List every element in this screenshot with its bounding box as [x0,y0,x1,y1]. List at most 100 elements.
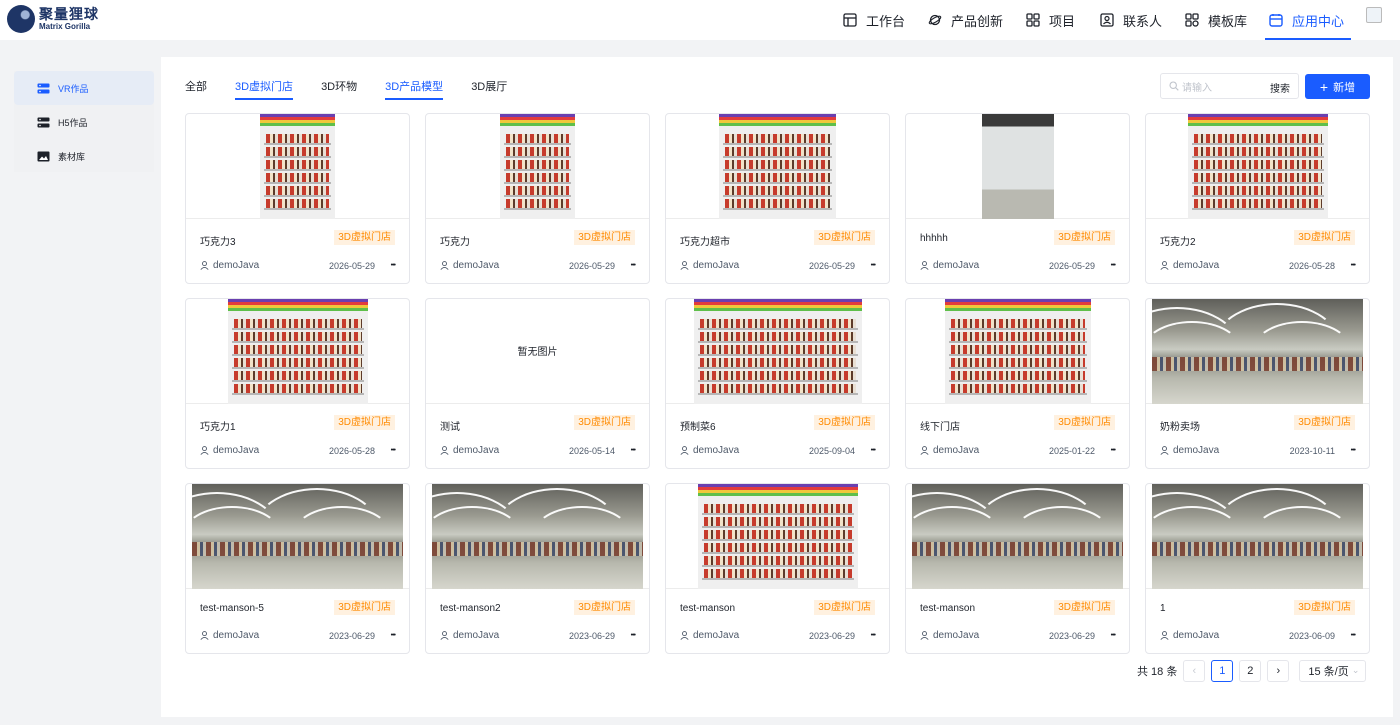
card-date: 2023-06-29 [1048,631,1095,641]
nav-innovation[interactable]: 产品创新 [928,0,1003,40]
work-card[interactable]: 巧克力2 3D虚拟门店 demoJava 2026-05-28 ••• [1145,113,1370,284]
page-1-button[interactable]: 1 [1211,660,1234,682]
work-card[interactable]: 奶粉卖场 3D虚拟门店 demoJava 2023-10-11 ••• [1145,298,1370,469]
tab-3d-orbit[interactable]: 3D环物 [321,78,357,100]
more-icon[interactable]: ••• [391,447,396,454]
store-shelf-thumbnail [227,299,368,404]
more-icon[interactable]: ••• [871,632,876,639]
nav-templates[interactable]: 模板库 [1185,0,1247,40]
more-icon[interactable]: ••• [1111,262,1116,269]
work-card[interactable]: hhhhh 3D虚拟门店 demoJava 2026-05-29 ••• [905,113,1130,284]
tab-3d-showroom[interactable]: 3D展厅 [471,78,507,100]
store-shelf-thumbnail [697,484,858,589]
card-date: 2025-01-22 [1048,446,1095,456]
store-shelf-thumbnail [944,299,1091,404]
author-name: demoJava [1173,260,1220,271]
tab-all[interactable]: 全部 [185,78,207,100]
category-tag: 3D虚拟门店 [334,230,395,245]
search-input[interactable]: 请输入 搜索 [1160,73,1299,99]
project-grid-icon [1026,13,1040,27]
add-button[interactable]: + 新增 [1305,74,1370,99]
work-card[interactable]: test-manson-5 3D虚拟门店 demoJava 2023-06-29 ••• [185,483,410,654]
category-tag: 3D虚拟门店 [814,415,875,430]
card-thumbnail [186,114,409,219]
work-card[interactable]: 暂无图片 测试 3D虚拟门店 demoJava 2026-05-14 ••• [425,298,650,469]
category-tag: 3D虚拟门店 [574,600,635,615]
brand-logo[interactable]: 聚量狸球 Matrix Gorilla [7,5,99,33]
more-icon[interactable]: ••• [1111,447,1116,454]
logo-name-en: Matrix Gorilla [39,22,91,31]
work-card[interactable]: test-manson2 3D虚拟门店 demoJava 2023-06-29 ••• [425,483,650,654]
work-card[interactable]: 巧克力1 3D虚拟门店 demoJava 2026-05-28 ••• [185,298,410,469]
card-date: 2026-05-29 [808,261,855,271]
prev-page-button[interactable]: ‹ [1183,660,1206,682]
more-icon[interactable]: ••• [391,262,396,269]
category-tag: 3D虚拟门店 [814,600,875,615]
search-button[interactable]: 搜索 [1270,80,1290,95]
author-name: demoJava [693,445,740,456]
work-card[interactable]: 巧克力 3D虚拟门店 demoJava 2026-05-29 ••• [425,113,650,284]
user-icon [440,261,449,270]
user-icon [440,446,449,455]
logo-mark-icon [7,5,35,33]
work-card[interactable]: 巧克力3 3D虚拟门店 demoJava 2026-05-29 ••• [185,113,410,284]
more-icon[interactable]: ••• [631,447,636,454]
more-icon[interactable]: ••• [631,262,636,269]
innovation-icon [928,14,942,26]
author-name: demoJava [933,630,980,641]
card-date: 2026-05-29 [568,261,615,271]
more-icon[interactable]: ••• [391,632,396,639]
sidebar-item-assets[interactable]: 素材库 [14,139,154,173]
card-thumbnail [426,484,649,589]
logo-name-cn: 聚量狸球 [39,6,99,22]
category-tag: 3D虚拟门店 [1054,600,1115,615]
category-tag: 3D虚拟门店 [1294,600,1355,615]
card-thumbnail [906,484,1129,589]
card-title: 奶粉卖场 [1160,422,1200,433]
work-card[interactable]: 预制菜6 3D虚拟门店 demoJava 2025-09-04 ••• [665,298,890,469]
more-icon[interactable]: ••• [1351,632,1356,639]
more-icon[interactable]: ••• [1111,632,1116,639]
sidebar-item-h5[interactable]: H5作品 [14,105,154,139]
category-tag: 3D虚拟门店 [1054,230,1115,245]
card-author: demoJava [440,260,499,271]
card-author: demoJava [440,445,499,456]
card-title: test-manson-5 [200,603,264,614]
more-icon[interactable]: ••• [871,447,876,454]
work-card[interactable]: 线下门店 3D虚拟门店 demoJava 2025-01-22 ••• [905,298,1130,469]
category-tag: 3D虚拟门店 [334,600,395,615]
card-title: 1 [1160,603,1166,614]
sidebar-item-vr[interactable]: VR作品 [14,71,154,105]
more-icon[interactable]: ••• [871,262,876,269]
more-icon[interactable]: ••• [1351,262,1356,269]
card-title: 巧克力3 [200,237,236,248]
card-date: 2026-05-14 [568,446,615,456]
author-name: demoJava [213,630,260,641]
nav-app-center[interactable]: 应用中心 [1264,0,1352,40]
user-avatar[interactable] [1366,7,1382,23]
next-page-button[interactable]: › [1267,660,1290,682]
work-card[interactable]: 1 3D虚拟门店 demoJava 2023-06-09 ••• [1145,483,1370,654]
add-button-label: 新增 [1333,81,1356,94]
tab-3d-product-model[interactable]: 3D产品模型 [385,78,444,100]
page-size-select[interactable]: 15 条/页 ⌄ [1299,660,1367,682]
user-icon [200,446,209,455]
work-card[interactable]: test-manson 3D虚拟门店 demoJava 2023-06-29 ••• [665,483,890,654]
chevron-right-icon: › [1276,665,1281,677]
more-icon[interactable]: ••• [631,632,636,639]
author-name: demoJava [1173,445,1220,456]
panorama-thumbnail [1152,299,1363,404]
category-tag: 3D虚拟门店 [574,230,635,245]
tab-virtual-store[interactable]: 3D虚拟门店 [235,78,294,100]
nav-workbench[interactable]: 工作台 [843,0,905,40]
card-thumbnail [666,484,889,589]
nav-contacts[interactable]: 联系人 [1100,0,1162,40]
server-icon [37,83,50,93]
more-icon[interactable]: ••• [1351,447,1356,454]
page-2-button[interactable]: 2 [1239,660,1262,682]
card-date: 2023-06-29 [568,631,615,641]
works-grid: 巧克力3 3D虚拟门店 demoJava 2026-05-29 ••• 巧克力 3D虚拟门店… [185,113,1370,654]
work-card[interactable]: 巧克力超市 3D虚拟门店 demoJava 2026-05-29 ••• [665,113,890,284]
work-card[interactable]: test-manson 3D虚拟门店 demoJava 2023-06-29 ••• [905,483,1130,654]
nav-project[interactable]: 项目 [1026,0,1075,40]
